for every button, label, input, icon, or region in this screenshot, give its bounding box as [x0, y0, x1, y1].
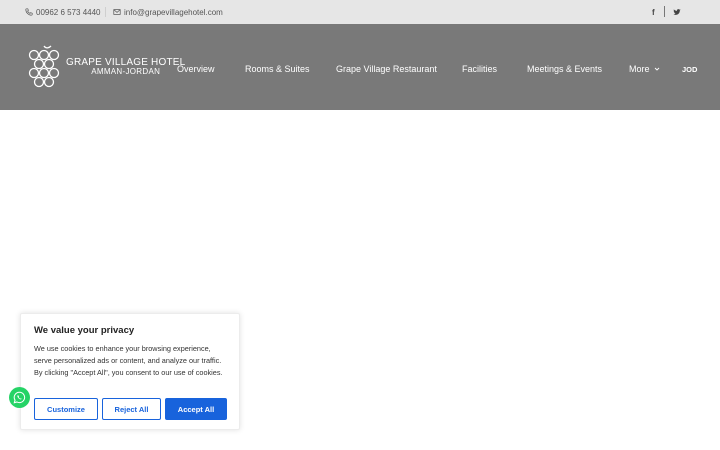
- customize-button[interactable]: Customize: [34, 398, 98, 420]
- social-divider: [664, 6, 665, 17]
- nav-more[interactable]: More: [629, 62, 660, 76]
- nav-more-label: More: [629, 64, 650, 74]
- phone-icon: [25, 8, 33, 16]
- nav-overview[interactable]: Overview: [177, 62, 215, 76]
- envelope-icon: [113, 9, 121, 15]
- phone-number: 00962 6 573 4440: [36, 7, 101, 17]
- whatsapp-button[interactable]: [9, 387, 30, 408]
- reject-all-button[interactable]: Reject All: [102, 398, 161, 420]
- hotel-location: AMMAN-JORDAN: [91, 67, 161, 77]
- nav-meetings-events[interactable]: Meetings & Events: [527, 62, 602, 76]
- chevron-down-icon: [654, 67, 659, 71]
- contact-divider: [105, 7, 106, 17]
- top-bar: 00962 6 573 4440 info@grapevillagehotel.…: [0, 0, 720, 24]
- nav-rooms-suites[interactable]: Rooms & Suites: [245, 62, 310, 76]
- grape-cluster-icon: [28, 45, 60, 88]
- whatsapp-icon: [13, 391, 26, 404]
- site-header: GRAPE VILLAGE HOTEL AMMAN-JORDAN Overvie…: [0, 24, 720, 110]
- cookie-description: We use cookies to enhance your browsing …: [34, 344, 223, 377]
- currency-selector[interactable]: JOD: [682, 62, 697, 76]
- email-address: info@grapevillagehotel.com: [124, 7, 223, 17]
- nav-restaurant[interactable]: Grape Village Restaurant: [336, 62, 437, 76]
- twitter-icon[interactable]: [673, 0, 681, 24]
- nav-facilities[interactable]: Facilities: [462, 62, 497, 76]
- cookie-consent-dialog: We value your privacy We use cookies to …: [20, 313, 240, 430]
- email-contact[interactable]: info@grapevillagehotel.com: [113, 0, 223, 24]
- facebook-icon[interactable]: f: [652, 0, 655, 24]
- accept-all-button[interactable]: Accept All: [165, 398, 227, 420]
- phone-contact[interactable]: 00962 6 573 4440: [25, 0, 101, 24]
- hotel-logo[interactable]: GRAPE VILLAGE HOTEL AMMAN-JORDAN: [25, 44, 185, 90]
- cookie-title: We value your privacy: [34, 325, 135, 336]
